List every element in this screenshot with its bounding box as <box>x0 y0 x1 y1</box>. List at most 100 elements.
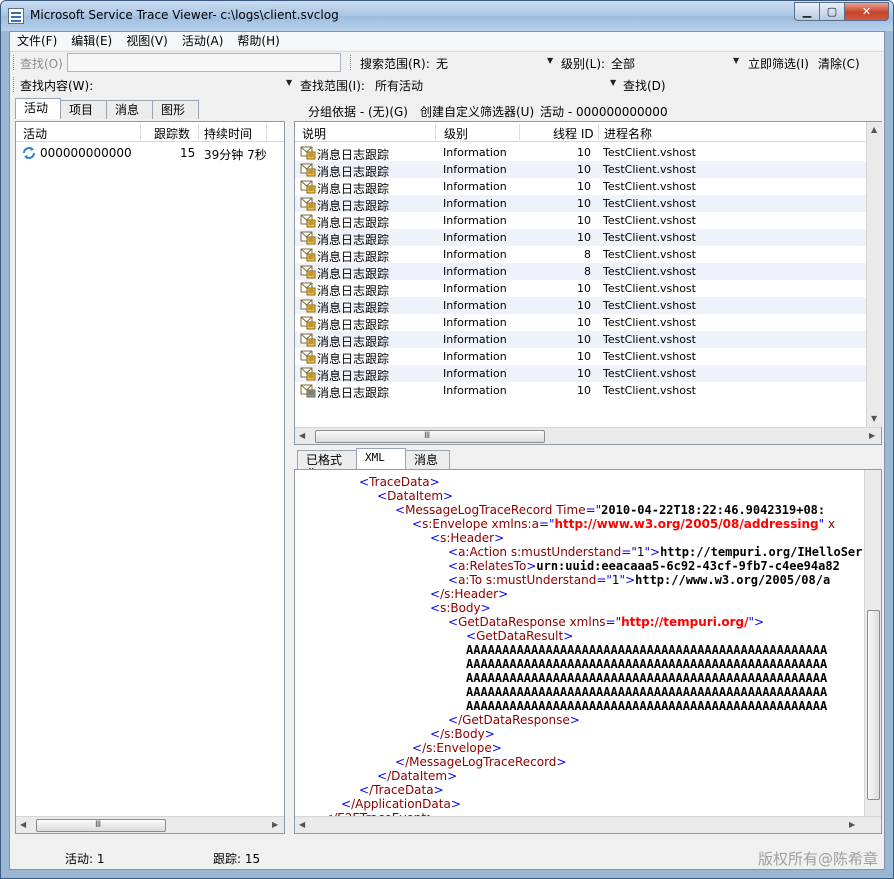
column-separator[interactable] <box>519 124 520 140</box>
activity-list-hscrollbar[interactable]: ◀ Ⅲ ▶ <box>16 816 284 833</box>
tab-formatted[interactable]: 已格式化 <box>297 450 357 481</box>
scroll-down-icon[interactable]: ▼ <box>871 414 877 423</box>
chevron-down-icon[interactable]: ▼ <box>733 56 739 65</box>
trace-row[interactable]: 消息日志跟踪 Information 10 TestClient.vshost <box>295 365 867 383</box>
column-separator[interactable] <box>140 124 141 140</box>
status-trace-count: 跟踪: 15 <box>213 852 261 866</box>
scroll-thumb[interactable] <box>867 610 880 800</box>
trace-row[interactable]: 消息日志跟踪 Information 8 TestClient.vshost <box>295 246 867 264</box>
xml-line: </s:Header> <box>430 587 509 601</box>
trace-row[interactable]: 消息日志跟踪 Information 8 TestClient.vshost <box>295 263 867 281</box>
menu-activity[interactable]: 活动(A) <box>175 32 231 50</box>
left-tabbar: 活动 项目 消息 图形 <box>15 98 199 120</box>
scroll-up-icon[interactable]: ▲ <box>871 125 877 134</box>
scroll-thumb[interactable]: Ⅲ <box>315 430 545 443</box>
trace-row[interactable]: 消息日志跟踪 Information 10 TestClient.vshost <box>295 297 867 315</box>
xml-view: <TraceData> <DataItem> <MessageLogTraceR… <box>294 469 882 834</box>
find-go-button[interactable]: 查找(D) <box>623 77 666 94</box>
message-log-icon <box>300 350 316 364</box>
trace-thread-id: 10 <box>577 214 591 227</box>
column-separator[interactable] <box>598 124 599 140</box>
trace-row[interactable]: 消息日志跟踪 Information 10 TestClient.vshost <box>295 348 867 366</box>
minimize-button[interactable]: ▁ <box>794 2 820 21</box>
find-button[interactable]: 查找(O) <box>20 55 63 72</box>
activity-row[interactable]: 000000000000 15 39分钟 7秒 <box>16 144 284 162</box>
xml-line: <TraceData> <box>359 475 440 489</box>
tab-message-detail[interactable]: 消息 <box>405 450 450 469</box>
close-button[interactable]: ✕ <box>845 2 889 21</box>
title-bar[interactable]: Microsoft Service Trace Viewer- c:\logs\… <box>1 1 893 31</box>
toolbar-grip[interactable] <box>13 55 16 70</box>
trace-list-vscrollbar[interactable]: ▲ ▼ <box>866 122 883 427</box>
trace-level: Information <box>443 265 507 278</box>
tab-graph[interactable]: 图形 <box>152 100 199 119</box>
scroll-left-icon[interactable]: ◀ <box>299 820 305 829</box>
trace-process-name: TestClient.vshost <box>603 248 696 261</box>
trace-process-name: TestClient.vshost <box>603 282 696 295</box>
trace-thread-id: 10 <box>577 197 591 210</box>
scroll-thumb[interactable]: Ⅲ <box>36 819 166 832</box>
toolbar-grip[interactable] <box>13 77 16 92</box>
trace-row[interactable]: 消息日志跟踪 Information 10 TestClient.vshost <box>295 331 867 349</box>
xml-line: </TraceData> <box>359 783 444 797</box>
clear-button[interactable]: 清除(C) <box>818 55 860 72</box>
column-separator[interactable] <box>435 124 436 140</box>
trace-row[interactable]: 消息日志跟踪 Information 10 TestClient.vshost <box>295 229 867 247</box>
trace-process-name: TestClient.vshost <box>603 146 696 159</box>
find-in-select[interactable]: 所有活动 <box>375 77 423 94</box>
column-level[interactable]: 级别 <box>444 125 468 142</box>
search-scope-select[interactable]: 无 <box>436 55 448 72</box>
trace-row[interactable]: 消息日志跟踪 Information 10 TestClient.vshost <box>295 212 867 230</box>
trace-description: 消息日志跟踪 <box>317 386 390 400</box>
xml-line: </DataItem> <box>377 769 458 783</box>
tab-xml[interactable]: XML <box>356 448 406 469</box>
menu-view[interactable]: 视图(V) <box>119 32 175 50</box>
toolbar-grip[interactable] <box>350 55 353 70</box>
scroll-right-icon[interactable]: ▶ <box>849 820 855 829</box>
scroll-right-icon[interactable]: ▶ <box>869 431 875 440</box>
chevron-down-icon[interactable]: ▼ <box>547 56 553 65</box>
trace-row[interactable]: 消息日志跟踪 Information 10 TestClient.vshost <box>295 161 867 179</box>
column-separator[interactable] <box>266 124 267 140</box>
xml-vscrollbar[interactable] <box>864 470 881 816</box>
filter-now-button[interactable]: 立即筛选(I) <box>748 55 809 72</box>
trace-row[interactable]: 消息日志跟踪 Information 10 TestClient.vshost <box>295 195 867 213</box>
find-input[interactable] <box>67 53 341 72</box>
scroll-right-icon[interactable]: ▶ <box>272 820 278 829</box>
trace-row[interactable]: 消息日志跟踪 Information 10 TestClient.vshost <box>295 314 867 332</box>
column-process-name[interactable]: 进程名称 <box>604 125 652 142</box>
scroll-left-icon[interactable]: ◀ <box>299 431 305 440</box>
trace-row[interactable]: 消息日志跟踪 Information 10 TestClient.vshost <box>295 382 867 400</box>
chevron-down-icon[interactable]: ▼ <box>286 78 292 87</box>
trace-row[interactable]: 消息日志跟踪 Information 10 TestClient.vshost <box>295 178 867 196</box>
trace-process-name: TestClient.vshost <box>603 299 696 312</box>
chevron-down-icon[interactable]: ▼ <box>610 78 616 87</box>
tab-message[interactable]: 消息 <box>106 100 153 119</box>
trace-row[interactable]: 消息日志跟踪 Information 10 TestClient.vshost <box>295 280 867 298</box>
menu-file[interactable]: 文件(F) <box>10 32 64 50</box>
tab-project[interactable]: 项目 <box>60 100 107 119</box>
trace-level: Information <box>443 231 507 244</box>
level-select[interactable]: 全部 <box>611 55 635 72</box>
trace-thread-id: 8 <box>584 265 591 278</box>
trace-process-name: TestClient.vshost <box>603 214 696 227</box>
maximize-button[interactable]: ▢ <box>820 2 845 21</box>
column-duration[interactable]: 持续时间 <box>204 125 252 142</box>
column-trace-count[interactable]: 跟踪数 <box>154 125 190 142</box>
menu-edit[interactable]: 编辑(E) <box>64 32 119 50</box>
column-separator[interactable] <box>198 124 199 140</box>
column-activity[interactable]: 活动 <box>23 125 47 142</box>
column-description[interactable]: 说明 <box>302 125 326 142</box>
tab-activity[interactable]: 活动 <box>15 98 61 119</box>
create-custom-filter-button[interactable]: 创建自定义筛选器(U) <box>420 103 534 120</box>
xml-line: AAAAAAAAAAAAAAAAAAAAAAAAAAAAAAAAAAAAAAAA… <box>466 671 828 685</box>
group-by-button[interactable]: 分组依据 - (无)(G) <box>308 103 408 120</box>
xml-hscrollbar[interactable]: ◀ ▶ <box>295 816 881 833</box>
column-thread-id[interactable]: 线程 ID <box>553 125 594 142</box>
trace-list-hscrollbar[interactable]: ◀ Ⅲ ▶ <box>295 427 881 444</box>
trace-list: 说明 级别 线程 ID 进程名称 消息日志跟踪 Information 10 Test… <box>294 121 883 445</box>
menu-help[interactable]: 帮助(H) <box>230 32 286 50</box>
trace-row[interactable]: 消息日志跟踪 Information 10 TestClient.vshost <box>295 144 867 162</box>
message-log-icon <box>300 146 316 160</box>
scroll-left-icon[interactable]: ◀ <box>20 820 26 829</box>
